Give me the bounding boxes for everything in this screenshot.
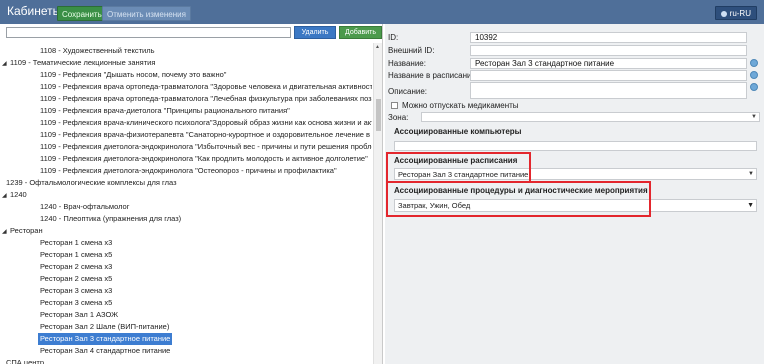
tree-item[interactable]: Ресторан 1 смена х5 (40, 249, 112, 261)
name-field[interactable]: Ресторан Зал 3 стандартное питание (470, 58, 747, 69)
external-id-label: Внешний ID: (388, 46, 435, 55)
tree-item[interactable]: Ресторан Зал 4 стандартное питание (40, 345, 170, 357)
meds-checkbox[interactable] (391, 102, 398, 109)
tree-item[interactable]: 1109 - Рефлексия врача-диетолога "Принци… (40, 105, 290, 117)
globe-icon (720, 11, 727, 17)
id-label: ID: (388, 33, 399, 42)
top-toolbar: Кабинеты Сохранить Отменить изменения ru… (0, 0, 764, 24)
tree-item-label: 1109 - Рефлексия врача ортопеда-травмато… (40, 94, 372, 103)
expand-toggle-icon[interactable]: ◢ (2, 226, 10, 238)
tree-item-label: 1109 - Рефлексия диетолога-эндокринолога… (40, 166, 337, 175)
translate-globe-icon[interactable] (750, 83, 758, 91)
tree-item-label: Ресторан Зал 3 стандартное питание (40, 334, 171, 343)
tree-item[interactable]: 1109 - Рефлексия врача ортопеда-травмато… (40, 93, 372, 105)
tree-item[interactable]: 1109 - Рефлексия врача-физиотерапевта "С… (40, 129, 372, 141)
expand-toggle-icon[interactable]: ◢ (2, 190, 10, 202)
meds-option[interactable]: Можно отпускать медикаменты (391, 101, 519, 110)
tree-item-label: Ресторан 3 смена х5 (40, 298, 113, 307)
tree-item[interactable]: 1239 - Офтальмологические комплексы для … (6, 177, 177, 189)
tree-item[interactable]: Ресторан Зал 1 АЗОЖ (40, 309, 118, 321)
tree-item[interactable]: Ресторан 2 смена х3 (40, 261, 112, 273)
expand-toggle-icon[interactable]: ◢ (2, 58, 10, 70)
tree-item[interactable]: 1109 - Рефлексия диетолога-эндокринолога… (40, 165, 337, 177)
scrollbar-thumb[interactable] (376, 99, 381, 131)
tree-item[interactable]: 1109 - Рефлексия диетолога-эндокринолога… (40, 153, 368, 165)
tree-item[interactable]: 1109 - Рефлексия диетолога-эндокринолога… (40, 141, 372, 153)
name-label: Название: (388, 59, 426, 68)
tree-scrollbar[interactable]: ▲ (373, 43, 382, 364)
add-button[interactable]: Добавить (339, 26, 382, 39)
tree-item-label: 1109 - Рефлексия диетолога-эндокринолога… (40, 142, 372, 151)
computers-list[interactable] (394, 141, 757, 151)
cancel-changes-button[interactable]: Отменить изменения (102, 6, 191, 21)
tree-item[interactable]: Ресторан 2 смена х5 (40, 273, 112, 285)
tree-item-label: 1240 (10, 190, 27, 199)
tree-item-label: 1109 - Рефлексия врача-клинического псих… (40, 118, 372, 127)
page-title: Кабинеты (7, 4, 62, 18)
tree-item-label: Ресторан 2 смена х3 (40, 262, 113, 271)
meds-label: Можно отпускать медикаменты (402, 101, 519, 110)
tree-item-label: Ресторан 1 смена х3 (40, 238, 113, 247)
tree-item-label: 1109 - Рефлексия диетолога-эндокринолога… (40, 154, 368, 163)
description-field[interactable] (470, 82, 747, 99)
tree-item[interactable]: Ресторан Зал 3 стандартное питание (38, 333, 173, 345)
highlight-frame-procedures (386, 181, 651, 217)
tree-item-label: Ресторан Зал 2 Шале (ВИП-питание) (40, 322, 170, 331)
external-id-field[interactable] (470, 45, 747, 56)
id-field[interactable]: 10392 (470, 32, 747, 43)
tree-item-label: СПА центр (6, 358, 45, 364)
tree-item[interactable]: Ресторан 3 смена х5 (40, 297, 112, 309)
tree-item-label: 1109 - Рефлексия врача-диетолога "Принци… (40, 106, 290, 115)
computers-title: Ассоциированные компьютеры (394, 127, 522, 136)
tree-item-label: 1109 - Тематические лекционные занятия (10, 58, 156, 67)
language-label: ru-RU (729, 9, 751, 18)
tree-item[interactable]: 1240 - Плеоптика (упражнения для глаз) (40, 213, 181, 225)
tree-item[interactable]: Ресторан 3 смена х3 (40, 285, 112, 297)
tree-item-label: Ресторан (10, 226, 43, 235)
tree-item[interactable]: 1109 - Рефлексия врача-клинического псих… (40, 117, 372, 129)
tree-item[interactable]: СПА центр (6, 357, 44, 364)
tree-item-label: Ресторан Зал 4 стандартное питание (40, 346, 171, 355)
tree-item-label: 1109 - Рефлексия "Дышать носом, почему э… (40, 70, 227, 79)
tree-item[interactable]: 1240 - Врач-офтальмолог (40, 201, 129, 213)
tree-item-label: 1109 - Рефлексия врача ортопеда-травмато… (40, 82, 372, 91)
translate-globe-icon[interactable] (750, 71, 758, 79)
tree-item[interactable]: ◢ 1109 - Тематические лекционные занятия (2, 57, 155, 69)
description-label: Описание: (388, 87, 428, 96)
computers-section: Ассоциированные компьютеры (389, 124, 759, 154)
highlight-frame-schedules (386, 152, 531, 183)
rooms-list-pane: Удалить Добавить 1108 - Художественный т… (0, 24, 383, 364)
tree-item-label: 1239 - Офтальмологические комплексы для … (6, 178, 177, 187)
schedule-name-field[interactable] (470, 70, 747, 81)
tree-item[interactable]: ◢ 1240 (2, 189, 27, 201)
rooms-tree: 1108 - Художественный текстиль ◢ 1109 - Те… (0, 43, 372, 364)
translate-globe-icon[interactable] (750, 59, 758, 67)
chevron-down-icon[interactable]: ▼ (747, 200, 754, 211)
tree-item-label: 1109 - Рефлексия врача-физиотерапевта "С… (40, 130, 372, 139)
tree-item[interactable]: Ресторан 1 смена х3 (40, 237, 112, 249)
tree-item-label: Ресторан Зал 1 АЗОЖ (40, 310, 119, 319)
chevron-down-icon[interactable]: ▼ (751, 114, 757, 120)
tree-item-label: 1240 - Плеоптика (упражнения для глаз) (40, 214, 182, 223)
scroll-up-icon[interactable]: ▲ (375, 44, 381, 50)
tree-item-label: 1108 - Художественный текстиль (40, 46, 155, 55)
tree-item[interactable]: ◢ Ресторан (2, 225, 43, 237)
language-button[interactable]: ru-RU (714, 6, 757, 20)
search-input[interactable] (6, 27, 291, 38)
tree-item-label: 1240 - Врач-офтальмолог (40, 202, 130, 211)
tree-item-label: Ресторан 1 смена х5 (40, 250, 113, 259)
schedule-name-label: Название в расписании: (388, 71, 479, 80)
tree-item-label: Ресторан 3 смена х3 (40, 286, 113, 295)
zone-label: Зона: (388, 113, 409, 122)
tree-item[interactable]: 1109 - Рефлексия "Дышать носом, почему э… (40, 69, 226, 81)
tree-item[interactable]: Ресторан Зал 2 Шале (ВИП-питание) (40, 321, 169, 333)
tree-item[interactable]: 1109 - Рефлексия врача ортопеда-травмато… (40, 81, 372, 93)
tree-item[interactable]: 1108 - Художественный текстиль (40, 45, 155, 57)
delete-button[interactable]: Удалить (294, 26, 336, 39)
save-button[interactable]: Сохранить (57, 6, 107, 21)
tree-item-label: Ресторан 2 смена х5 (40, 274, 113, 283)
zone-select[interactable]: ▼ (421, 112, 760, 122)
chevron-down-icon[interactable]: ▼ (748, 169, 754, 180)
